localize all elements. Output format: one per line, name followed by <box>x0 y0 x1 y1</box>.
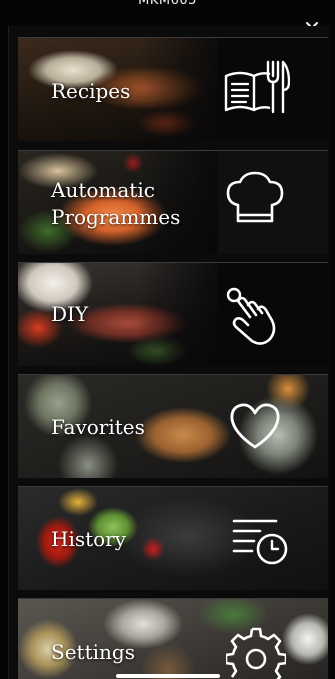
menu-item-diy[interactable]: DIY <box>18 262 328 366</box>
gear-icon <box>226 623 296 679</box>
menu-item-label: Settings <box>51 640 135 664</box>
heart-icon <box>220 393 290 459</box>
history-clock-icon <box>228 505 298 571</box>
menu-item-label: DIY <box>51 302 89 326</box>
menu-item-label: Favorites <box>51 415 145 439</box>
menu-item-label: Recipes <box>51 79 131 103</box>
menu-item-settings[interactable]: Settings <box>18 598 328 679</box>
home-indicator[interactable] <box>116 674 220 678</box>
menu-item-label: History <box>51 527 127 551</box>
menu-item-favorites[interactable]: Favorites <box>18 374 328 478</box>
recipe-book-icon <box>220 56 290 122</box>
menu-item-automatic-programmes[interactable]: Automatic Programmes <box>18 150 328 254</box>
menu-screen: MKM605 Recipes Automatic Programmes DIY … <box>0 0 335 679</box>
app-title: MKM605 <box>138 0 197 8</box>
chef-hat-icon <box>220 169 290 235</box>
hand-touch-icon <box>220 281 290 347</box>
menu-item-recipes[interactable]: Recipes <box>18 37 328 141</box>
menu-item-history[interactable]: History <box>18 486 328 590</box>
menu-item-label: Automatic Programmes <box>51 178 181 229</box>
